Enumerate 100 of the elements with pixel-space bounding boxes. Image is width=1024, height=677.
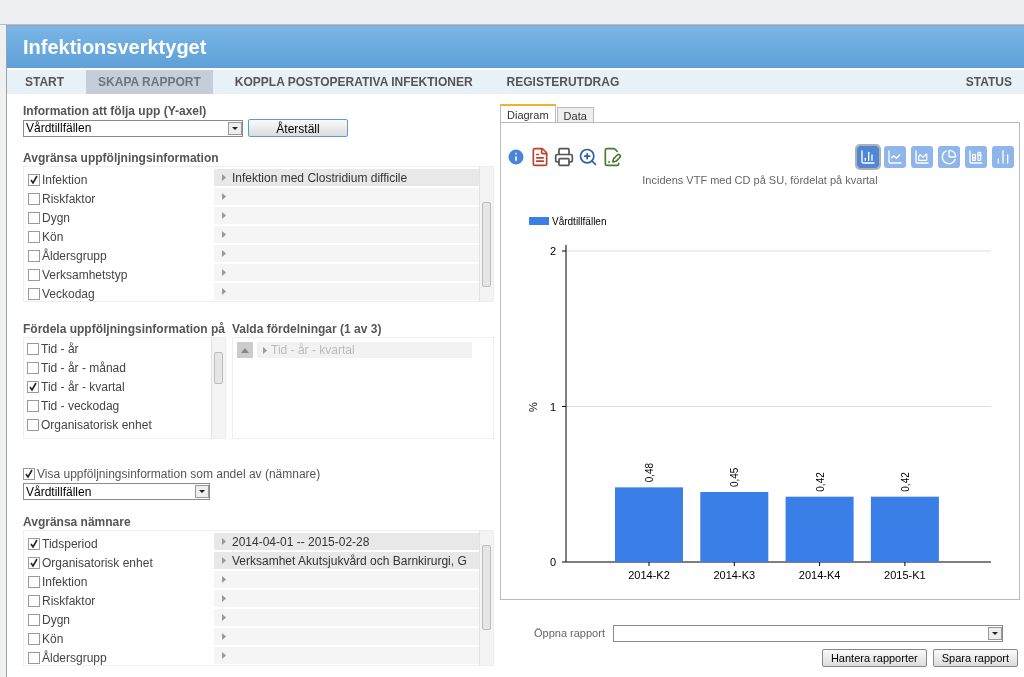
section-label: Avgränsa uppföljningsinformation: [23, 151, 220, 166]
chart-type-button[interactable]: [938, 146, 960, 168]
checkbox[interactable]: [27, 342, 39, 355]
legend-label: Vårdtillfällen: [552, 215, 607, 227]
zoom-in-icon[interactable]: [578, 147, 598, 167]
filter-label: Kön: [42, 228, 64, 246]
line-chart-icon: [887, 149, 903, 165]
dropdown[interactable]: [612, 625, 1003, 642]
tab[interactable]: Data: [556, 107, 594, 122]
checkbox[interactable]: [28, 268, 40, 281]
arrow-icon: [222, 231, 226, 238]
report-button[interactable]: Hantera rapporter: [821, 649, 927, 667]
checkbox[interactable]: [27, 361, 39, 374]
signed-document-icon[interactable]: [602, 147, 622, 167]
report-button[interactable]: Spara rapport: [932, 649, 1018, 667]
option-label: Tid - år - månad: [41, 359, 126, 377]
chart-type-button[interactable]: [965, 146, 987, 168]
option-label: Tid - år - kvartal: [41, 378, 125, 396]
arrow-icon: [222, 250, 226, 257]
checkbox[interactable]: [28, 249, 40, 262]
checkbox[interactable]: [27, 380, 39, 393]
checkbox[interactable]: [23, 468, 35, 480]
filter-label: Veckodag: [42, 285, 95, 301]
printer-icon[interactable]: [554, 147, 574, 167]
checkbox[interactable]: [28, 556, 40, 569]
option-label: Organisatorisk enhet: [41, 416, 152, 434]
checkbox[interactable]: [28, 537, 40, 550]
grouped-chart-icon: [995, 149, 1011, 165]
filter-label: Riskfaktor: [42, 592, 96, 610]
info-icon[interactable]: [506, 147, 526, 167]
filter-label: Tidsperiod: [42, 535, 98, 553]
dropdown[interactable]: Vårdtillfällen: [23, 483, 210, 500]
value-label: 0,48: [644, 462, 655, 482]
checkbox[interactable]: [27, 399, 39, 412]
document-icon[interactable]: [530, 147, 550, 167]
nav-tab[interactable]: REGISTERUTDRAG: [494, 70, 632, 94]
arrow-icon: [222, 557, 226, 564]
checkbox[interactable]: [28, 192, 40, 205]
arrow-icon: [222, 288, 226, 295]
filter-value-row[interactable]: 2014-04-01 -- 2015-02-28: [214, 533, 479, 550]
chart-type-button[interactable]: [857, 146, 879, 168]
scrollbar[interactable]: [479, 167, 493, 301]
arrow-icon: [263, 346, 267, 354]
filter-label: Åldersgrupp: [42, 247, 107, 265]
option-label: Visa uppföljningsinformation som andel av (nämnare): [37, 466, 321, 483]
checkbox[interactable]: [28, 287, 40, 300]
move-up-button[interactable]: [237, 342, 253, 358]
nav-tab[interactable]: START: [13, 70, 77, 94]
checkbox[interactable]: [27, 418, 39, 431]
x-tick-label: 2014-K2: [628, 568, 670, 581]
arrow-icon: [222, 652, 226, 659]
y-tick-label: 0: [549, 555, 556, 568]
bar-chart-icon: [860, 149, 876, 165]
checkbox[interactable]: [28, 575, 40, 588]
filter-value: Infektion med Clostridium difficile: [232, 169, 408, 186]
x-tick-label: 2014-K4: [798, 568, 841, 581]
nav-tab[interactable]: KOPPLA POSTOPERATIVA INFEKTIONER: [222, 70, 485, 94]
arrow-icon: [222, 576, 226, 583]
dropdown[interactable]: Vårdtillfällen: [23, 119, 243, 137]
checkbox[interactable]: [28, 230, 40, 243]
checkbox[interactable]: [28, 594, 40, 607]
chart-type-button[interactable]: [884, 146, 906, 168]
section-label: Information att följa upp (Y-axel): [23, 104, 208, 119]
bar: [785, 496, 854, 562]
section-label: Fördela uppföljningsinformation på: [23, 322, 226, 337]
filter-label: Åldersgrupp: [42, 649, 107, 665]
option-label: Tid - år: [41, 340, 79, 358]
reset-button[interactable]: Återställ: [248, 119, 348, 137]
scrollbar[interactable]: [479, 531, 493, 665]
section-label: Avgränsa nämnare: [23, 515, 132, 530]
arrow-icon: [222, 595, 226, 602]
filter-label: Infektion: [42, 171, 88, 189]
legend-item: Vårdtillfällen: [529, 215, 607, 227]
stacked-chart-icon: [968, 149, 984, 165]
chart-type-button[interactable]: [992, 146, 1014, 168]
filter-value: 2014-04-01 -- 2015-02-28: [232, 533, 370, 550]
arrow-icon: [222, 614, 226, 621]
filter-label: Infektion: [42, 573, 88, 591]
option-label: Tid - veckodag: [41, 397, 120, 415]
value-label: 0,42: [899, 471, 911, 492]
arrow-icon: [222, 212, 226, 219]
filter-label: Kön: [42, 630, 64, 648]
scrollbar[interactable]: [211, 338, 225, 438]
checkbox[interactable]: [28, 173, 40, 186]
chart-type-button[interactable]: [911, 146, 933, 168]
filter-label: Dygn: [42, 611, 70, 629]
value-label: 0,45: [729, 467, 741, 487]
bar: [870, 496, 939, 562]
checkbox[interactable]: [28, 613, 40, 626]
nav-tab[interactable]: STATUS: [959, 70, 1018, 94]
filter-label: Organisatorisk enhet: [42, 554, 153, 572]
tab[interactable]: Diagram: [500, 104, 556, 122]
checkbox[interactable]: [28, 651, 40, 664]
arrow-icon: [222, 269, 226, 276]
checkbox[interactable]: [28, 632, 40, 645]
app-title: Infektionsverktyget: [23, 35, 207, 60]
x-tick-label: 2015-K1: [884, 568, 926, 581]
y-tick-label: 1: [549, 400, 556, 412]
checkbox[interactable]: [28, 211, 40, 224]
up-arrow-icon: [241, 347, 249, 353]
